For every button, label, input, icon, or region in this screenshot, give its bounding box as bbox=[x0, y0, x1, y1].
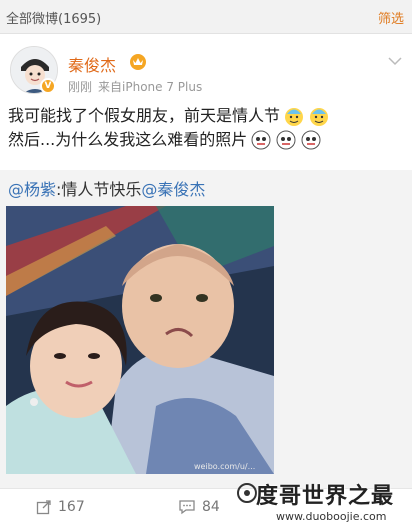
post-line-2: 然后...为什么发我这么难看的照片 bbox=[8, 130, 248, 149]
repost-count: 167 bbox=[58, 499, 85, 515]
post-line-1: 我可能找了个假女朋友，前天是情人节 bbox=[8, 106, 281, 125]
repost-button[interactable]: 167 bbox=[36, 499, 85, 515]
emoji-icon bbox=[285, 108, 304, 126]
photo-watermark: weibo.com/u/... bbox=[194, 462, 256, 471]
member-crown-icon bbox=[130, 54, 146, 70]
post-meta: 刚刚 来自iPhone 7 Plus bbox=[68, 78, 202, 95]
post-source: 来自iPhone 7 Plus bbox=[98, 80, 203, 94]
username[interactable]: 秦俊杰 bbox=[68, 52, 116, 76]
emoji-icon bbox=[301, 130, 321, 150]
comment-icon bbox=[179, 500, 195, 515]
mention-link[interactable]: @秦俊杰 bbox=[141, 180, 205, 199]
chevron-down-icon[interactable] bbox=[388, 56, 402, 66]
post-text: 我可能找了个假女朋友，前天是情人节 然后...为什么发我这么难看的照片 bbox=[8, 104, 408, 152]
repost-card[interactable]: @杨紫:情人节快乐@秦俊杰 weibo.com/u/... bbox=[0, 170, 412, 488]
emoji-icon bbox=[276, 130, 296, 150]
feed-title: 全部微博(1695) bbox=[6, 12, 102, 27]
repost-icon bbox=[36, 500, 51, 515]
mention-link[interactable]: @杨紫 bbox=[8, 180, 56, 199]
site-watermark-title: 度哥世界之最 bbox=[256, 484, 395, 509]
site-watermark-url: www.duoboojie.com bbox=[276, 510, 387, 523]
repost-text: @杨紫:情人节快乐@秦俊杰 bbox=[8, 176, 205, 200]
post-photo[interactable]: weibo.com/u/... bbox=[6, 206, 274, 474]
verified-badge-icon: V bbox=[40, 78, 56, 94]
filter-button[interactable]: 筛选 bbox=[378, 8, 404, 27]
comment-count: 84 bbox=[202, 499, 220, 515]
emoji-icon bbox=[310, 108, 329, 126]
emoji-icon bbox=[251, 130, 271, 150]
repost-message: :情人节快乐 bbox=[56, 180, 142, 199]
site-logo-icon bbox=[237, 483, 257, 503]
top-bar: 全部微博(1695) 筛选 bbox=[0, 0, 412, 34]
post-time: 刚刚 bbox=[68, 80, 93, 94]
comment-button[interactable]: 84 bbox=[178, 499, 220, 515]
site-watermark: 度哥世界之最 www.duoboojie.com bbox=[236, 478, 412, 528]
